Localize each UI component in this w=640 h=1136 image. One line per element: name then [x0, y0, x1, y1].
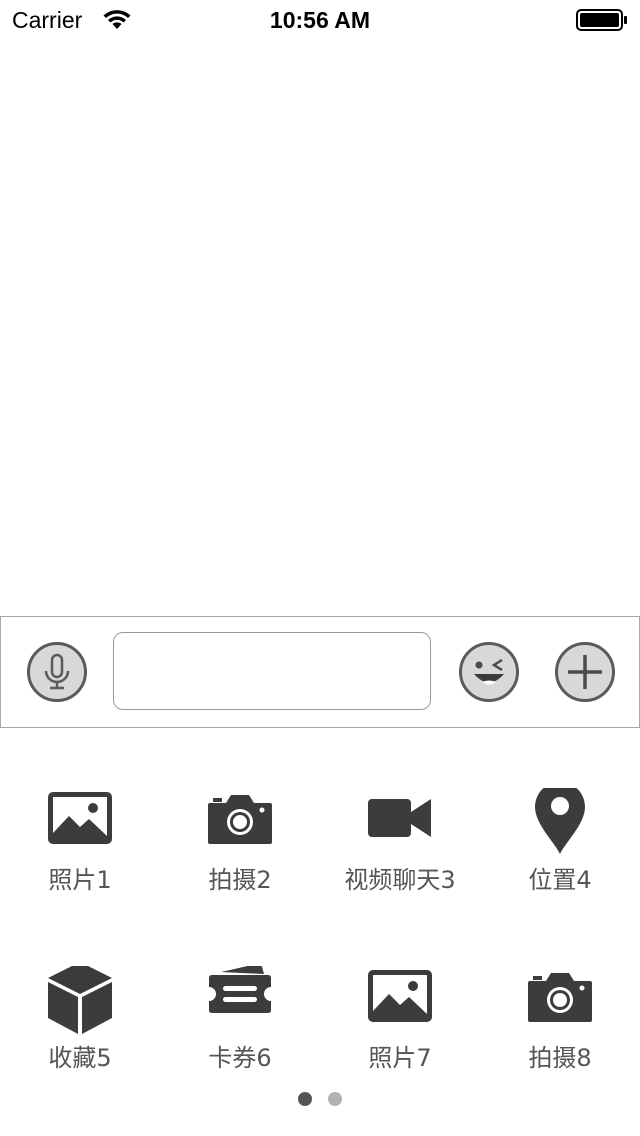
camera-icon: [527, 966, 593, 1038]
action-camera-2[interactable]: 拍摄2: [160, 788, 320, 908]
message-input[interactable]: [113, 632, 431, 710]
page-dot-2[interactable]: [328, 1092, 342, 1106]
voice-button[interactable]: [26, 641, 88, 703]
action-label: 拍摄8: [528, 1044, 592, 1072]
page-dot-1[interactable]: [298, 1092, 312, 1106]
action-label: 位置4: [528, 866, 592, 894]
clock: 10:56 AM: [269, 7, 371, 33]
emoji-button[interactable]: [458, 641, 520, 703]
location-pin-icon: [527, 788, 593, 860]
photo-icon: [367, 966, 433, 1038]
plus-icon: [555, 642, 615, 702]
action-photo-7[interactable]: 照片7: [320, 966, 480, 1086]
action-label: 照片7: [368, 1044, 432, 1072]
photo-icon: [47, 788, 113, 860]
video-icon: [367, 788, 433, 860]
emoji-icon: [459, 642, 519, 702]
microphone-icon: [27, 642, 87, 702]
action-favorites-5[interactable]: 收藏5: [0, 966, 160, 1086]
page-indicator[interactable]: [0, 1091, 640, 1107]
action-label: 卡券6: [208, 1044, 272, 1072]
more-button[interactable]: [554, 641, 616, 703]
chat-input-bar: [0, 616, 640, 728]
action-photo-1[interactable]: 照片1: [0, 788, 160, 908]
action-video-chat-3[interactable]: 视频聊天3: [320, 788, 480, 908]
cube-icon: [47, 966, 113, 1038]
action-label: 收藏5: [48, 1044, 112, 1072]
action-location-4[interactable]: 位置4: [480, 788, 640, 908]
action-camera-8[interactable]: 拍摄8: [480, 966, 640, 1086]
action-label: 照片1: [48, 866, 112, 894]
action-coupons-6[interactable]: 卡券6: [160, 966, 320, 1086]
chat-screen: Carrier 10:56 AM 照片1 拍摄2 视频聊天3 位置4 收藏5 卡…: [0, 0, 640, 1136]
status-bar: Carrier 10:56 AM: [0, 0, 640, 40]
camera-icon: [207, 788, 273, 860]
battery-icon: [576, 9, 627, 31]
ticket-icon: [207, 966, 273, 1038]
action-label: 拍摄2: [208, 866, 272, 894]
action-label: 视频聊天3: [344, 866, 456, 894]
